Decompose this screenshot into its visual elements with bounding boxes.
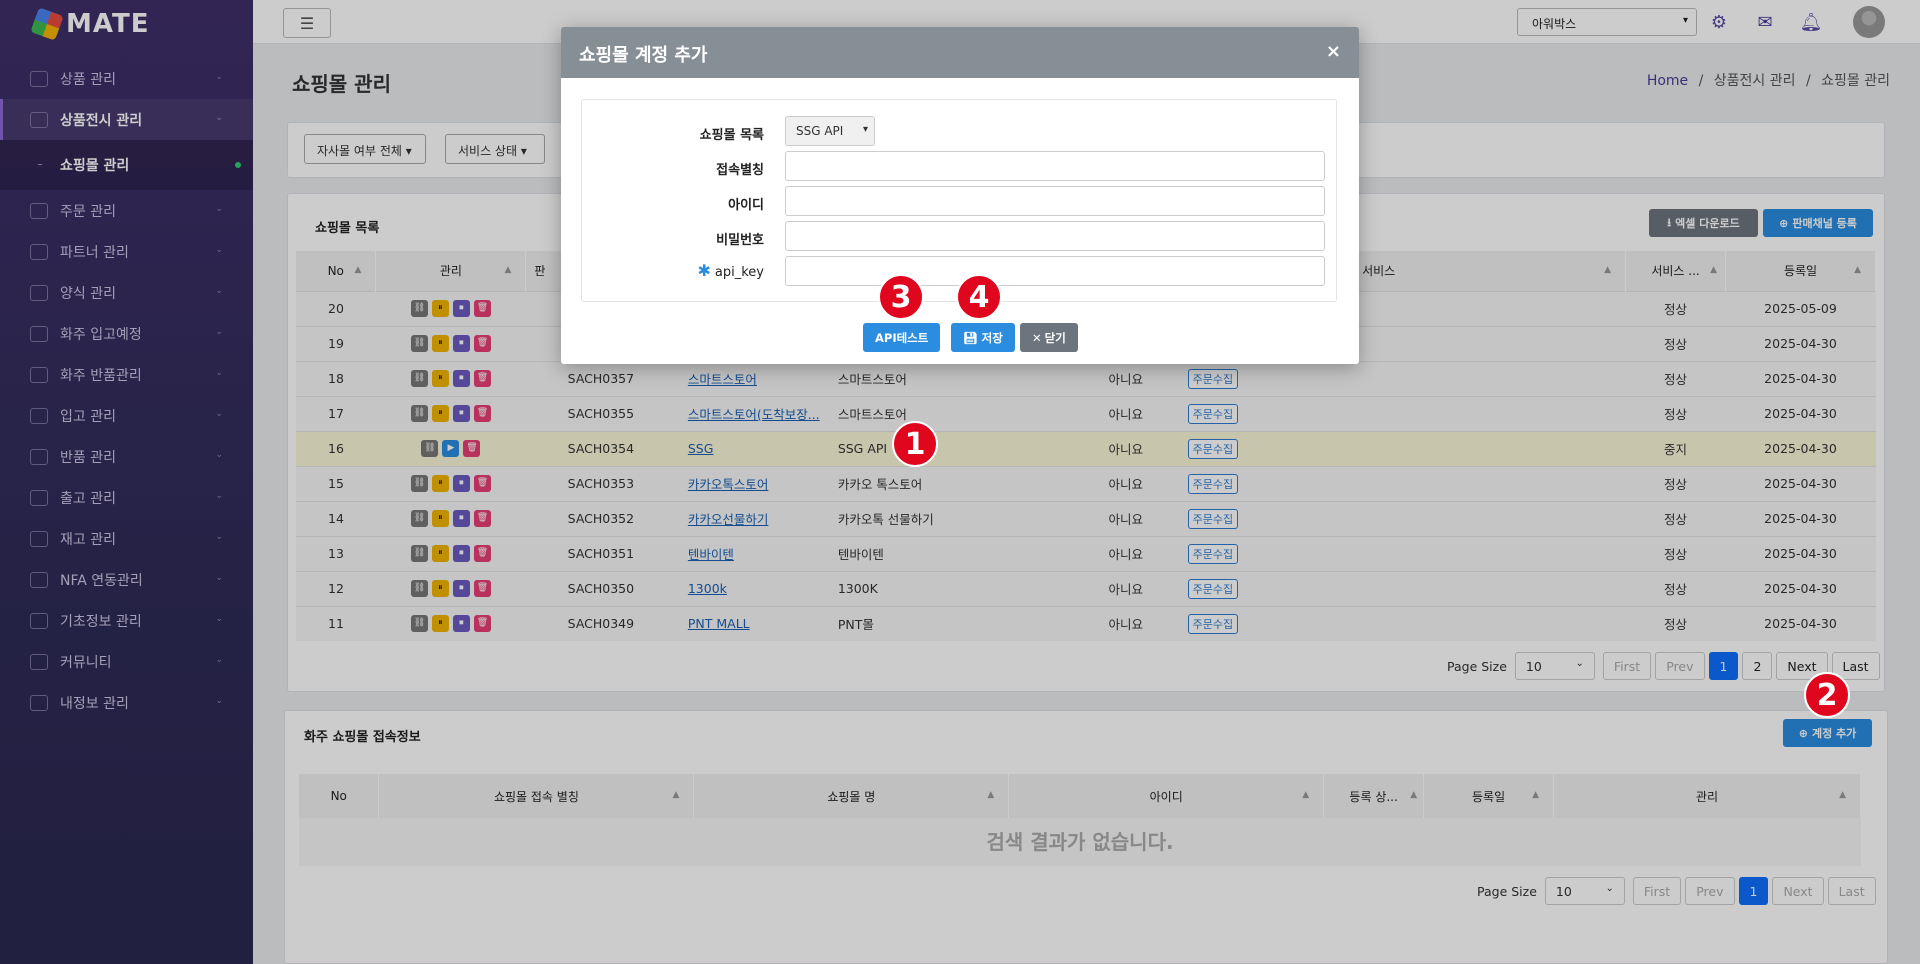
- password-label: 비밀번호: [716, 233, 764, 248]
- button-label: 저장: [981, 330, 1003, 345]
- add-account-modal: 쇼핑몰 계정 추가 × 쇼핑몰 목록 SSG API ▾ 접속별칭 아이디 비밀번…: [561, 27, 1359, 364]
- modal-title: 쇼핑몰 계정 추가: [579, 45, 708, 66]
- form-row-id: 아이디: [582, 186, 1338, 216]
- close-button[interactable]: ✕ 닫기: [1020, 323, 1078, 352]
- password-input[interactable]: [785, 221, 1325, 251]
- button-label: 닫기: [1044, 330, 1066, 345]
- mall-list-label: 쇼핑몰 목록: [699, 128, 764, 143]
- form-row-mall: 쇼핑몰 목록 SSG API ▾: [582, 116, 1338, 146]
- mall-list-select[interactable]: SSG API ▾: [785, 116, 875, 146]
- api-key-label: ✱ api_key: [698, 261, 765, 280]
- close-icon[interactable]: ×: [1326, 41, 1341, 62]
- api-test-button[interactable]: API테스트: [863, 323, 941, 352]
- id-label: 아이디: [728, 198, 764, 213]
- api-key-label-text: api_key: [714, 265, 764, 280]
- step-marker-3: 3: [878, 274, 924, 320]
- step-marker-4: 4: [956, 274, 1002, 320]
- form-row-api-key: ✱ api_key: [582, 256, 1338, 286]
- alias-label: 접속별칭: [716, 163, 764, 178]
- api-key-input[interactable]: [785, 256, 1325, 286]
- required-asterisk-icon: ✱: [697, 261, 711, 280]
- button-label: API테스트: [875, 330, 929, 345]
- save-icon: 💾︎: [963, 330, 978, 345]
- chevron-down-icon: ▾: [862, 124, 868, 135]
- save-button[interactable]: 💾︎ 저장: [951, 323, 1015, 352]
- modal-form: 쇼핑몰 목록 SSG API ▾ 접속별칭 아이디 비밀번호 ✱ api_key: [581, 99, 1337, 302]
- step-marker-1: 1: [892, 421, 938, 467]
- step-marker-2: 2: [1804, 672, 1850, 718]
- alias-input[interactable]: [785, 151, 1325, 181]
- id-input[interactable]: [785, 186, 1325, 216]
- modal-header: 쇼핑몰 계정 추가 ×: [561, 27, 1359, 78]
- mall-list-value: SSG API: [796, 124, 844, 138]
- form-row-alias: 접속별칭: [582, 151, 1338, 181]
- close-x-icon: ✕: [1032, 330, 1042, 345]
- form-row-password: 비밀번호: [582, 221, 1338, 251]
